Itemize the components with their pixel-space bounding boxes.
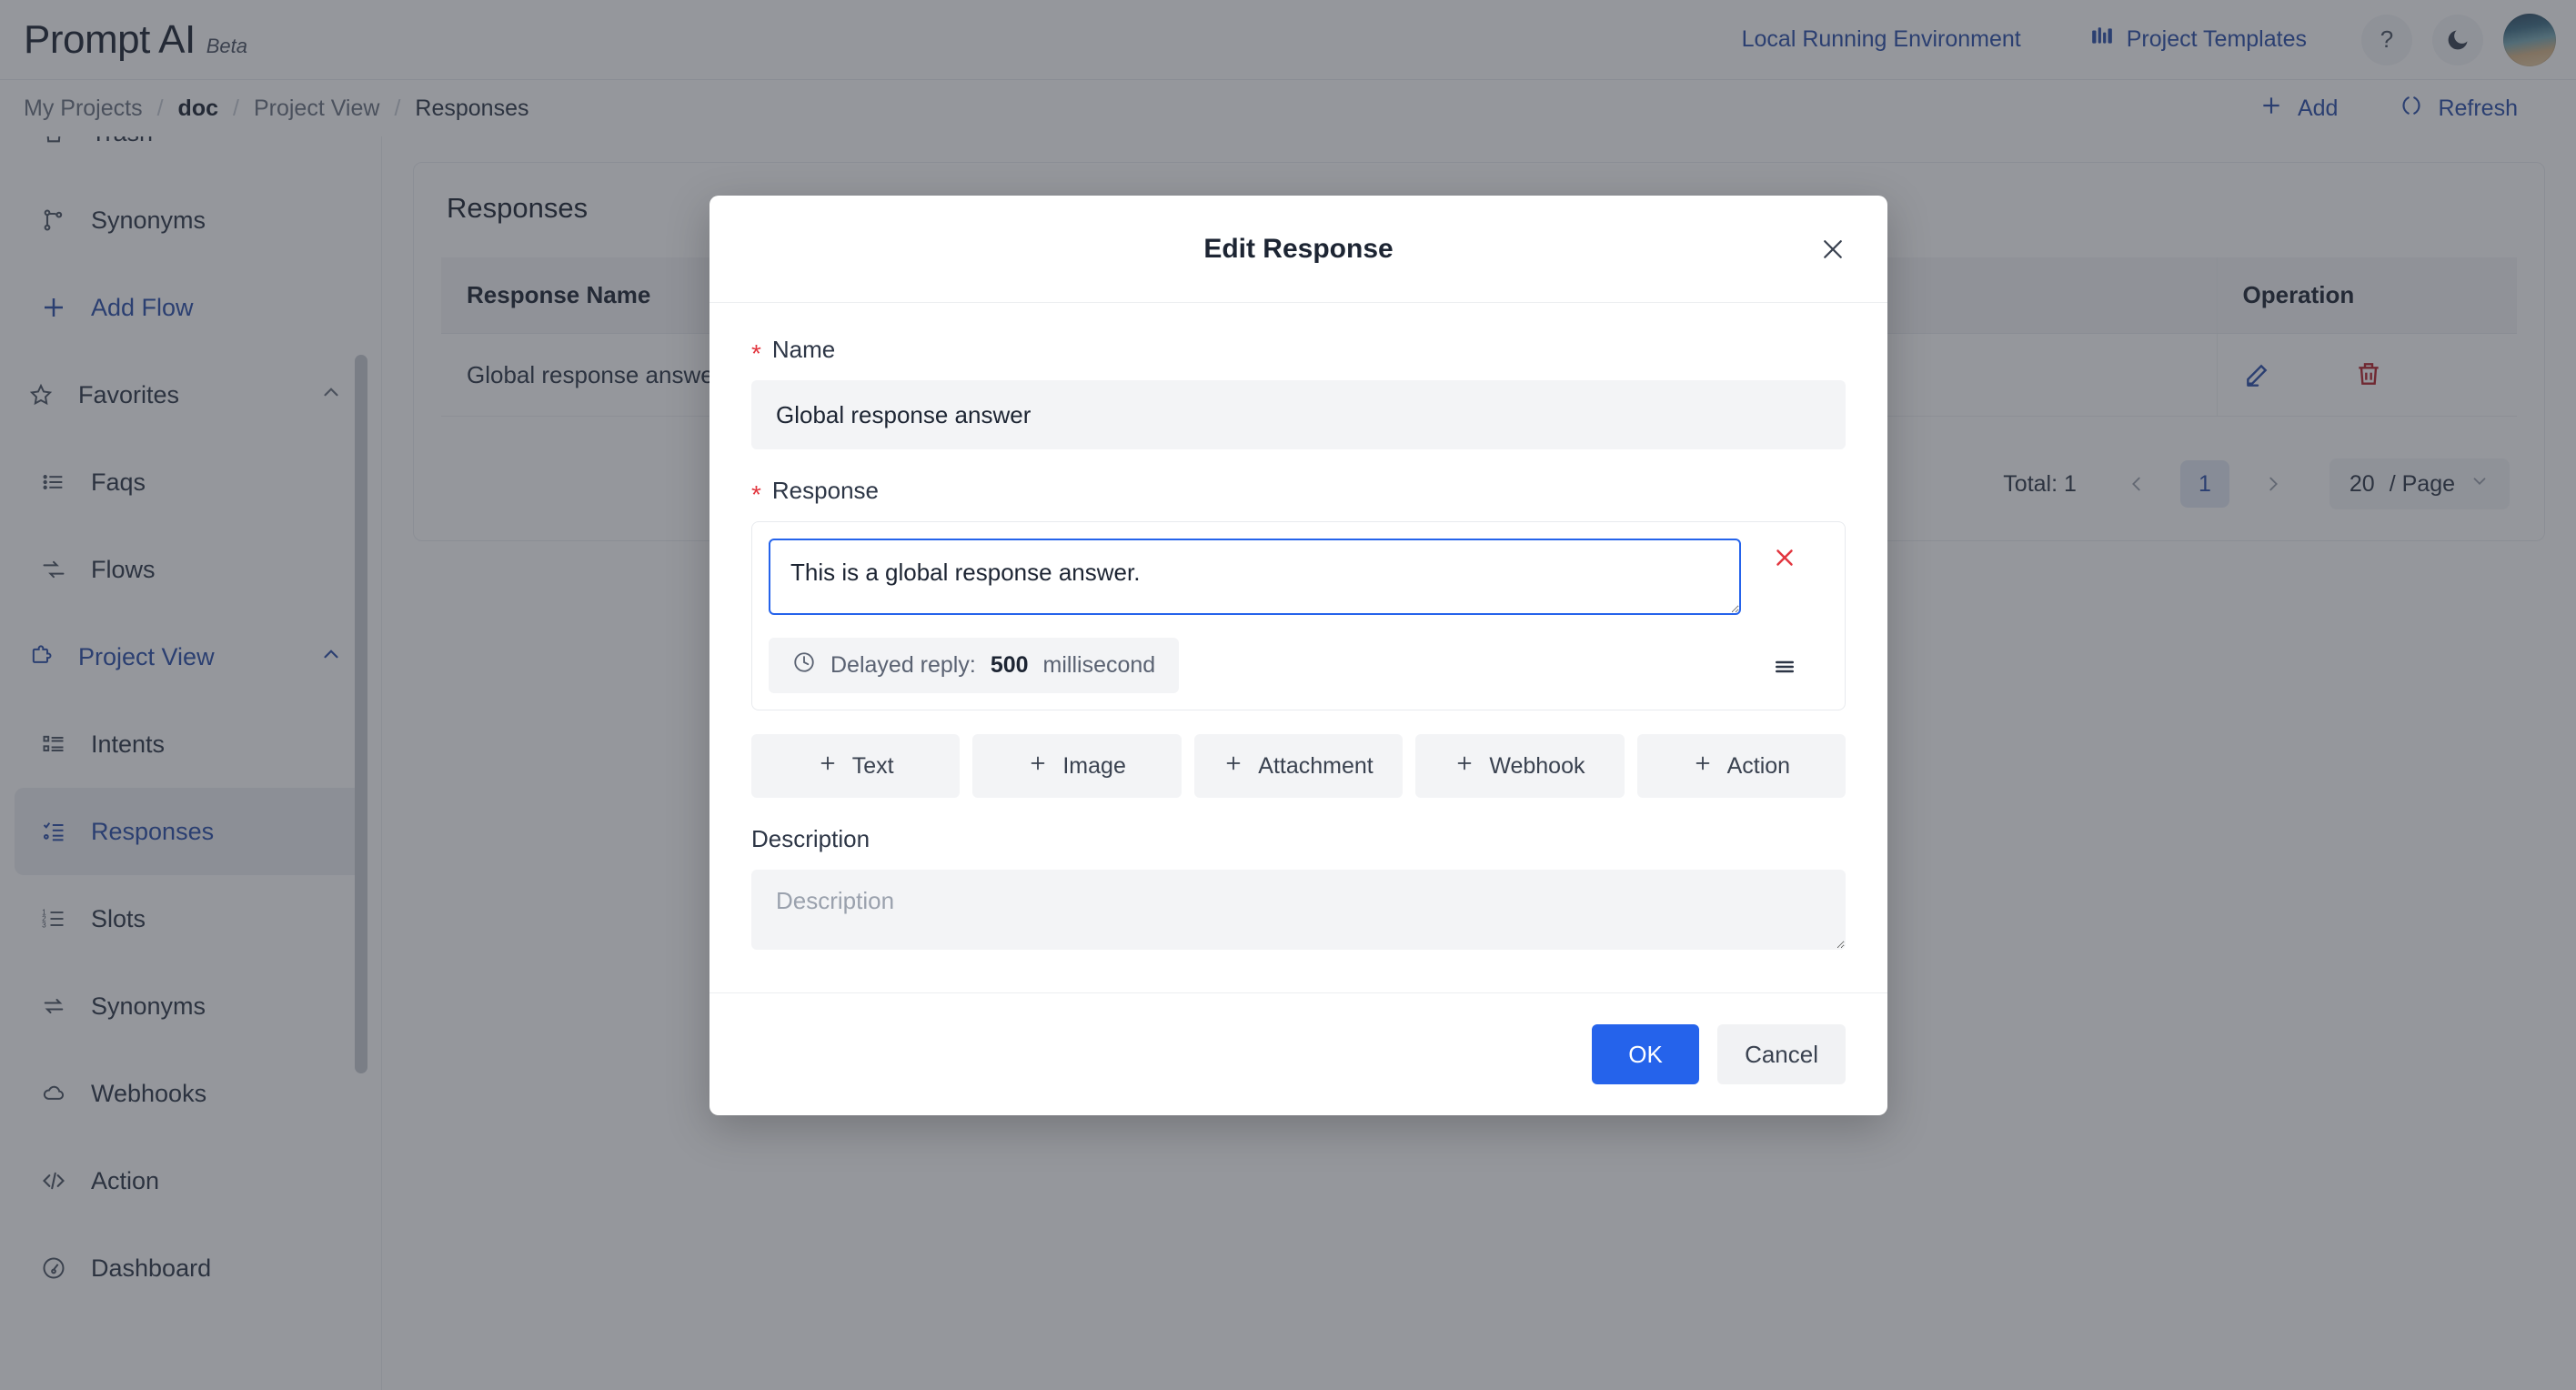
dialog-header: Edit Response [709, 196, 1887, 303]
required-asterisk: * [751, 479, 761, 509]
response-item-block: Delayed reply: 500 millisecond [751, 521, 1846, 710]
edit-response-dialog: Edit Response * Name * Response [709, 196, 1887, 1115]
add-image-button[interactable]: Image [972, 734, 1182, 798]
plus-icon [1454, 753, 1474, 780]
add-text-button[interactable]: Text [751, 734, 961, 798]
delayed-reply-row[interactable]: Delayed reply: 500 millisecond [769, 638, 1180, 693]
ok-button[interactable]: OK [1592, 1024, 1700, 1084]
plus-icon [1693, 753, 1713, 780]
add-attachment-button[interactable]: Attachment [1193, 734, 1404, 798]
drag-handle-icon[interactable] [1771, 653, 1798, 680]
delayed-reply-unit: millisecond [1042, 652, 1156, 678]
delayed-reply-value[interactable]: 500 [991, 652, 1029, 679]
dialog-footer: OK Cancel [709, 992, 1887, 1115]
close-icon[interactable] [1813, 229, 1853, 269]
dialog-body: * Name * Response Dela [709, 303, 1887, 992]
plus-icon [1028, 753, 1048, 780]
description-label-text: Description [751, 825, 870, 852]
plus-icon [818, 753, 838, 780]
description-input[interactable] [751, 870, 1846, 950]
response-label-text: Response [771, 477, 879, 504]
response-item-controls [1741, 539, 1828, 693]
clock-icon [792, 650, 816, 680]
plus-icon [1223, 753, 1243, 780]
delayed-reply-label: Delayed reply: [830, 652, 976, 678]
add-attachment-label: Attachment [1258, 752, 1374, 779]
dialog-title: Edit Response [1203, 233, 1394, 264]
description-field-label: Description [751, 825, 1846, 853]
name-label-text: Name [771, 336, 836, 363]
response-text-input[interactable] [769, 539, 1741, 615]
add-text-label: Text [851, 752, 894, 779]
response-field-label: * Response [751, 477, 1846, 509]
remove-response-icon[interactable] [1771, 544, 1798, 577]
add-webhook-label: Webhook [1489, 752, 1585, 779]
add-webhook-button[interactable]: Webhook [1415, 734, 1625, 798]
required-asterisk: * [751, 338, 761, 368]
add-action-button[interactable]: Action [1636, 734, 1846, 798]
name-input[interactable] [751, 380, 1846, 449]
cancel-button[interactable]: Cancel [1717, 1024, 1846, 1084]
name-field-label: * Name [751, 336, 1846, 368]
add-content-buttons: Text Image Attachment Webhook Action [751, 734, 1846, 798]
add-action-label: Action [1726, 752, 1791, 779]
add-image-label: Image [1062, 752, 1126, 779]
